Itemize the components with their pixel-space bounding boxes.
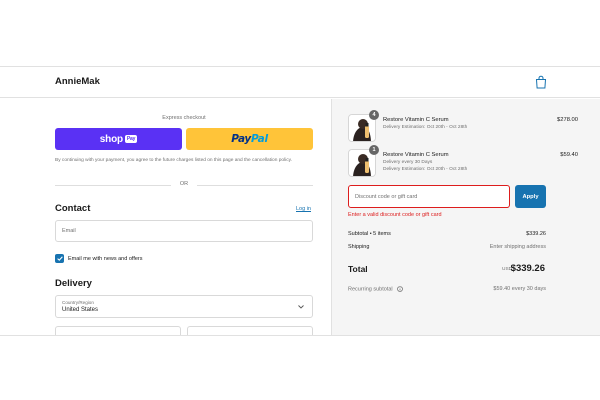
shop-pay-logo: shop Pay bbox=[99, 133, 138, 145]
shipping-value: Enter shipping address bbox=[489, 244, 546, 250]
cart-item: 1 Restore Vitamin C Serum Delivery every… bbox=[348, 145, 578, 179]
shopping-bag-icon[interactable] bbox=[535, 75, 547, 89]
news-offers-checkbox[interactable] bbox=[55, 254, 64, 263]
payment-disclaimer: By continuing with your payment, you agr… bbox=[55, 158, 292, 163]
item-delivery-frequency: Delivery every 30 Days bbox=[383, 160, 433, 165]
express-checkout-label: Express checkout bbox=[162, 115, 206, 121]
item-price: $59.40 bbox=[560, 152, 578, 158]
checkout-form-panel: Express checkout shop Pay PayPal By conti… bbox=[0, 99, 331, 335]
shop-pay-button[interactable]: shop Pay bbox=[55, 128, 182, 150]
item-delivery-estimate: Delivery Estimation: Oct 20th - Oct 28th bbox=[383, 167, 468, 172]
news-offers-label[interactable]: Email me with news and offers bbox=[68, 256, 143, 262]
first-name-field[interactable] bbox=[55, 326, 181, 335]
apply-discount-button[interactable]: Apply bbox=[515, 185, 546, 208]
paypal-logo-part-a: Pay bbox=[231, 133, 251, 145]
discount-code-input[interactable]: Discount code or gift card bbox=[348, 185, 510, 208]
cart-item: 4 Restore Vitamin C Serum Delivery Estim… bbox=[348, 110, 578, 144]
subtotal-label: Subtotal • 5 items bbox=[348, 231, 391, 237]
paypal-logo: PayPal bbox=[231, 133, 268, 145]
item-name: Restore Vitamin C Serum bbox=[383, 117, 449, 123]
paypal-logo-part-b: Pal bbox=[250, 133, 268, 145]
country-region-label: Country/Region bbox=[62, 300, 94, 305]
recurring-subtotal-row: Recurring subtotal $59.40 every 30 days bbox=[348, 286, 546, 292]
contact-heading: Contact bbox=[55, 203, 91, 214]
last-name-field[interactable] bbox=[187, 326, 313, 335]
subtotal-row: Subtotal • 5 items $339.26 bbox=[348, 231, 546, 237]
viewport-bottom-edge bbox=[0, 335, 600, 336]
email-input[interactable]: Email bbox=[55, 220, 313, 242]
brand-logo[interactable]: AnnieMak bbox=[55, 76, 100, 87]
quantity-badge: 1 bbox=[369, 145, 379, 155]
total-label: Total bbox=[348, 264, 368, 274]
country-region-select[interactable]: Country/Region United States bbox=[55, 295, 313, 318]
checkmark-icon bbox=[56, 256, 63, 261]
shipping-row: Shipping Enter shipping address bbox=[348, 244, 546, 250]
item-price: $278.00 bbox=[557, 117, 578, 123]
item-name: Restore Vitamin C Serum bbox=[383, 152, 449, 158]
discount-error-message: Enter a valid discount code or gift card bbox=[348, 212, 442, 218]
delivery-heading: Delivery bbox=[55, 278, 92, 289]
shipping-label: Shipping bbox=[348, 244, 370, 250]
info-icon[interactable] bbox=[397, 286, 403, 292]
total-amount: $339.26 bbox=[510, 263, 545, 274]
quantity-badge: 4 bbox=[369, 110, 379, 120]
recurring-subtotal-value: $59.40 every 30 days bbox=[493, 286, 546, 292]
order-summary-panel: 4 Restore Vitamin C Serum Delivery Estim… bbox=[331, 99, 600, 335]
shop-pay-badge: Pay bbox=[124, 134, 138, 143]
country-region-value: United States bbox=[62, 307, 99, 313]
item-delivery-estimate: Delivery Estimation: Oct 20th - Oct 28th bbox=[383, 125, 468, 130]
subtotal-value: $339.26 bbox=[526, 231, 546, 237]
recurring-subtotal-label: Recurring subtotal bbox=[348, 286, 393, 293]
or-divider: OR bbox=[55, 181, 313, 189]
log-in-link[interactable]: Log in bbox=[296, 206, 311, 212]
shop-logo-text: shop bbox=[99, 133, 123, 145]
site-header: AnnieMak bbox=[0, 66, 600, 98]
chevron-down-icon bbox=[298, 305, 304, 309]
paypal-button[interactable]: PayPal bbox=[186, 128, 313, 150]
or-label: OR bbox=[179, 181, 189, 187]
